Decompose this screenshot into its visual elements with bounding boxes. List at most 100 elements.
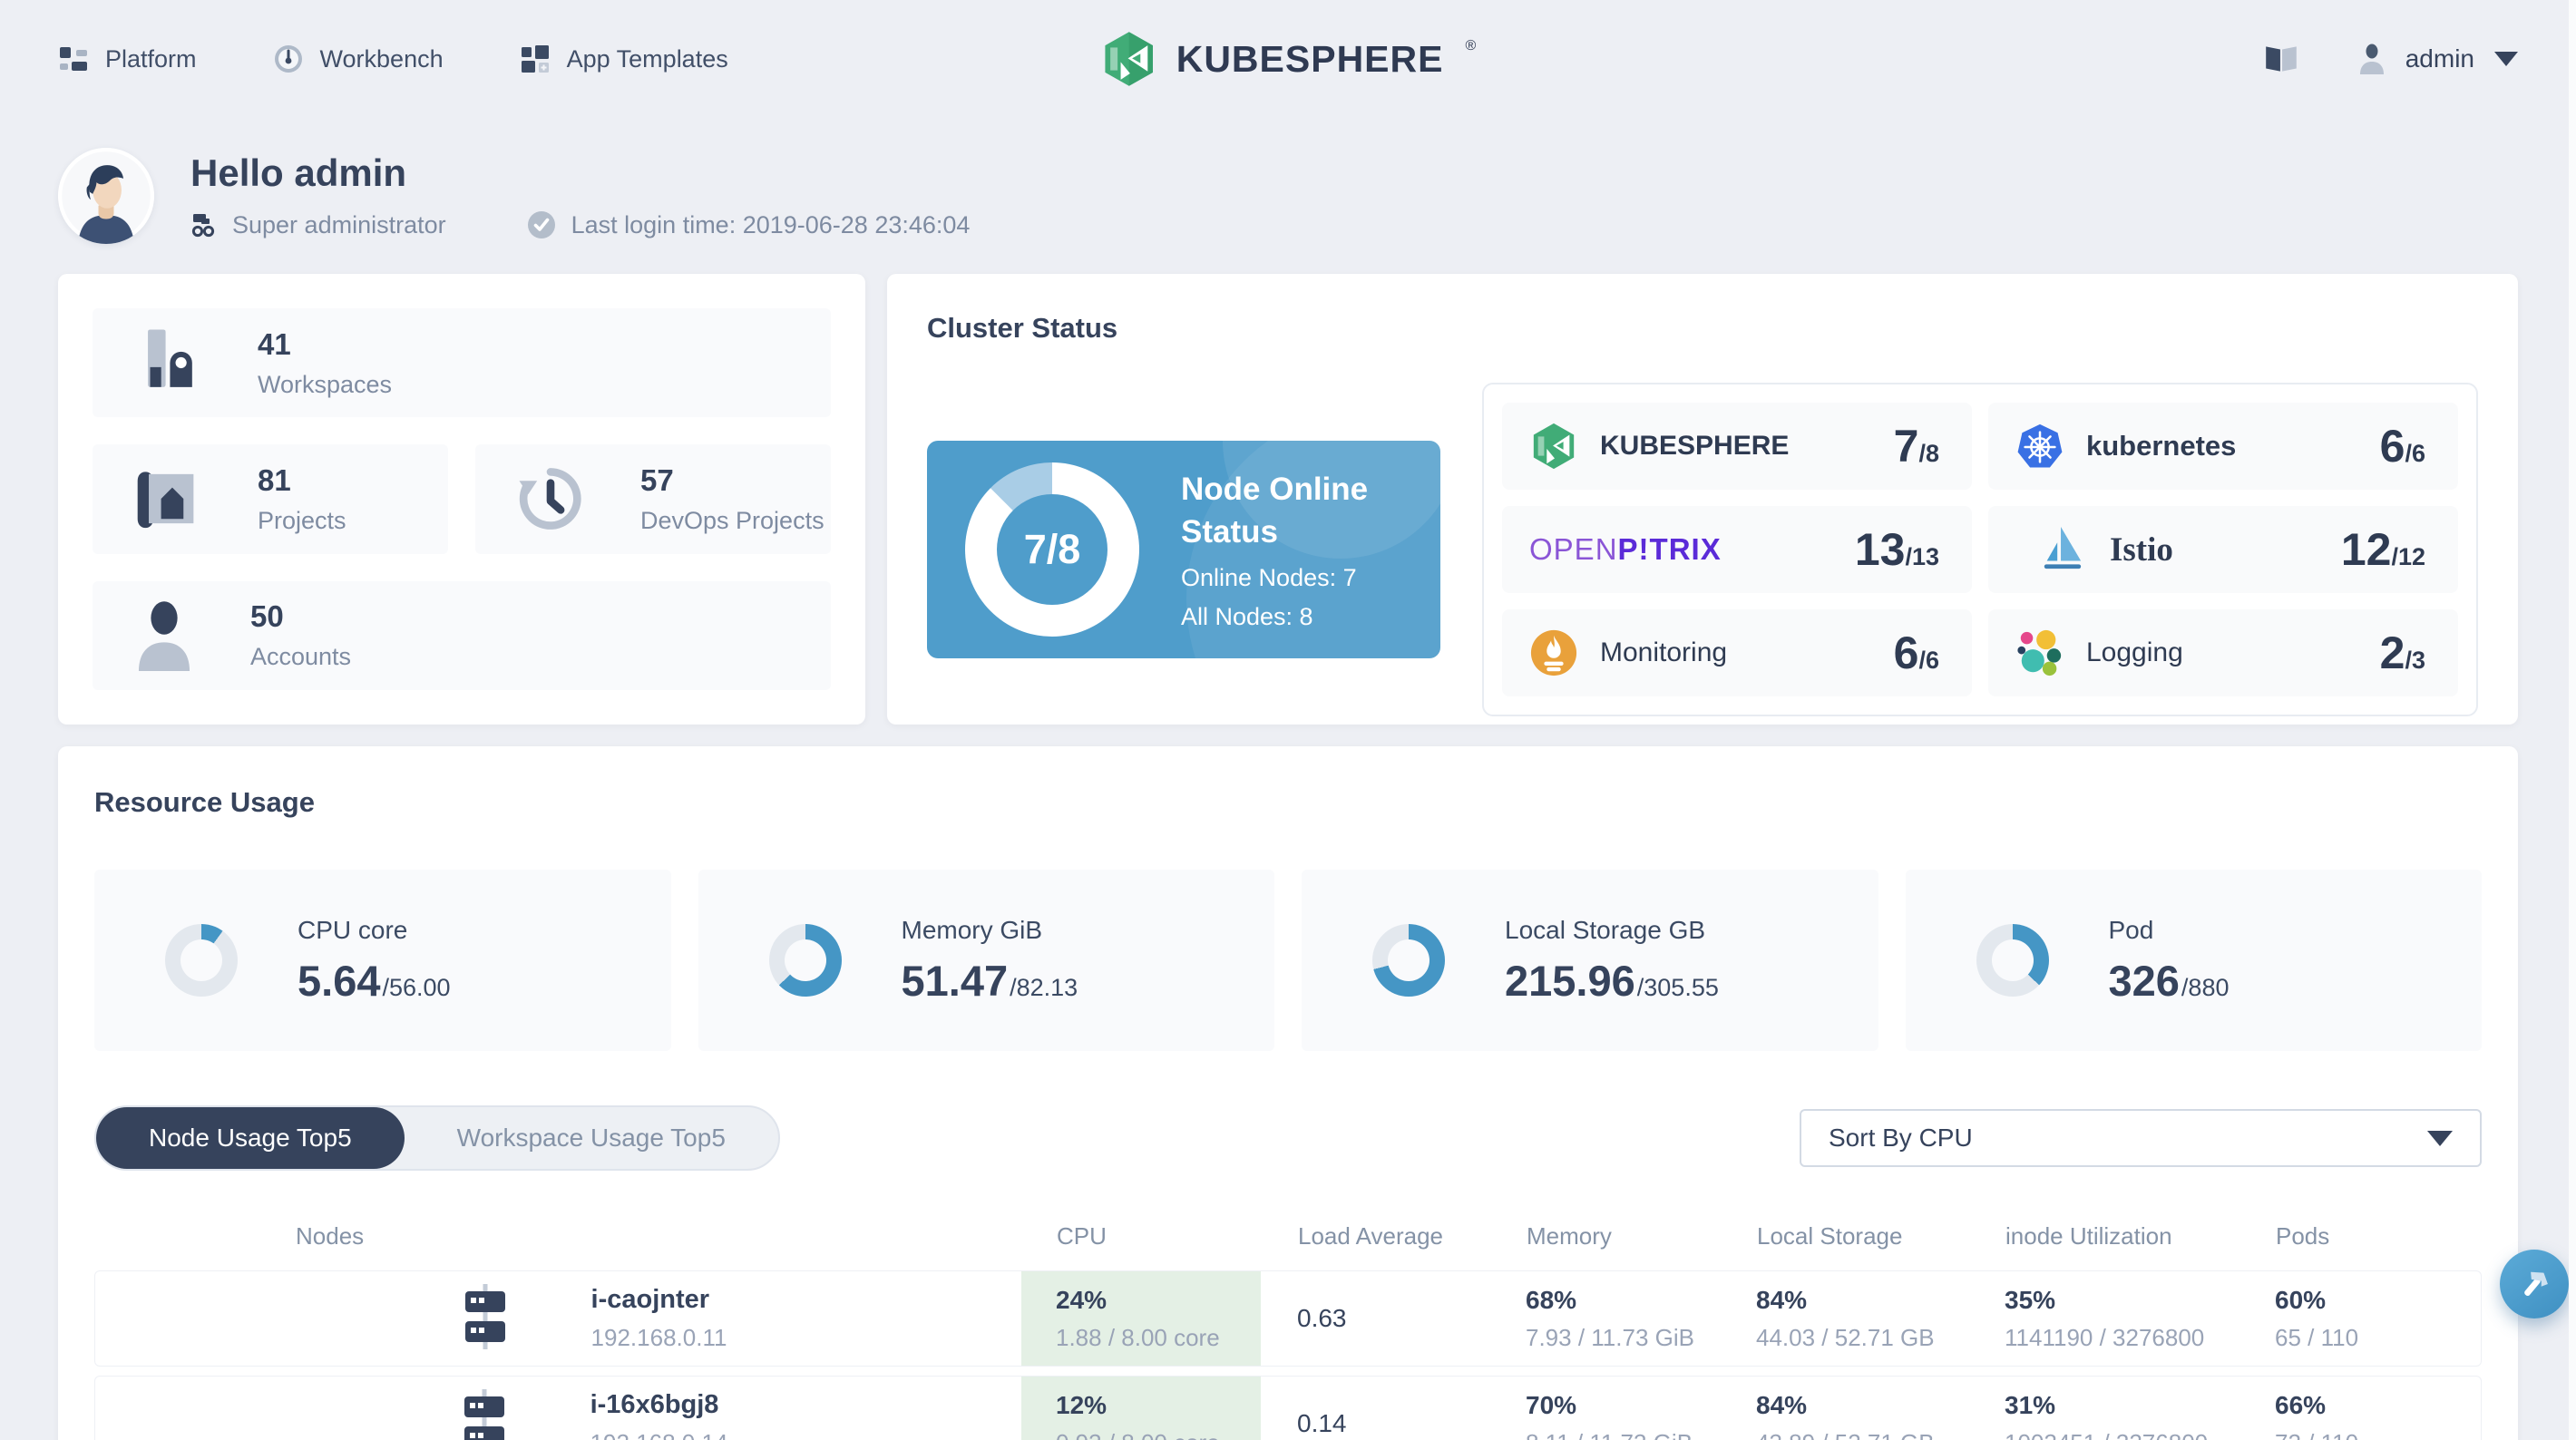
- node-online-status-panel[interactable]: 7/8 Node Online Status Online Nodes: 7 A…: [927, 441, 1440, 658]
- nav-item-workbench[interactable]: Workbench: [273, 44, 444, 74]
- sort-by-value: Sort By CPU: [1829, 1124, 1973, 1152]
- table-row[interactable]: i-16x6bgj8 192.168.0.14 12% 0.93 / 8.00 …: [94, 1376, 2482, 1440]
- gauge-text: Local Storage GB 215.96 /305.55: [1505, 916, 1719, 1006]
- component-openpitrix[interactable]: OPENP!TRIX 13 /13: [1502, 506, 1972, 593]
- memory-detail: 8.11 / 11.73 GiB: [1526, 1429, 1722, 1440]
- accounts-icon: [138, 601, 190, 671]
- stat-projects[interactable]: 81 Projects: [93, 444, 448, 554]
- cluster-status-card: Cluster Status 7/8 Node Online Status On…: [887, 274, 2518, 725]
- inode-percent: 35%: [2005, 1285, 2056, 1314]
- node-cell: i-16x6bgj8 192.168.0.14: [95, 1377, 1021, 1440]
- user-menu[interactable]: admin: [2358, 44, 2518, 74]
- load-average-value: 0.63: [1297, 1304, 1347, 1332]
- node-online-title: Node Online Status: [1181, 471, 1369, 550]
- gauge-value: 5.64 /56.00: [298, 956, 451, 1006]
- gauge-text: CPU core 5.64 /56.00: [298, 916, 451, 1006]
- load-average-cell: 0.63: [1261, 1271, 1489, 1366]
- storage-detail: 43.89 / 52.71 GB: [1756, 1429, 1968, 1440]
- stats-card: 41 Workspaces 81 Projects 57 DevOps Proj…: [58, 274, 865, 725]
- avatar[interactable]: [58, 148, 154, 244]
- component-name: Logging: [2086, 637, 2183, 667]
- node-ip: 192.168.0.11: [590, 1324, 727, 1351]
- tab-node-usage-top5[interactable]: Node Usage Top5: [96, 1107, 405, 1169]
- stat-text: 41 Workspaces: [258, 327, 392, 399]
- component-name: KUBESPHERE: [1600, 431, 1790, 461]
- component-logging[interactable]: Logging 2 /3: [1988, 609, 2458, 696]
- usage-tabs: Node Usage Top5 Workspace Usage Top5: [94, 1105, 780, 1171]
- count-value: 2: [2379, 628, 2405, 678]
- avatar-illustration: [58, 148, 154, 244]
- stat-label: Workspaces: [258, 370, 393, 398]
- cpu-detail: 1.88 / 8.00 core: [1056, 1323, 1220, 1351]
- gauge-cpu: CPU core 5.64 /56.00: [94, 870, 671, 1051]
- stat-label: Projects: [258, 506, 346, 534]
- toolbox-hammer-icon: [2524, 1271, 2548, 1296]
- inode-detail: 1002451 / 3276800: [2005, 1429, 2240, 1440]
- table-row[interactable]: i-caojnter 192.168.0.11 24% 1.88 / 8.00 …: [94, 1270, 2482, 1367]
- gauge-used: 51.47: [901, 956, 1009, 1005]
- node-ip: 192.168.0.14: [590, 1429, 728, 1440]
- component-kubesphere[interactable]: KUBESPHERE 7 /8: [1502, 403, 1972, 490]
- kubernetes-icon: [2017, 423, 2063, 468]
- count-total: /12: [2391, 543, 2425, 570]
- cpu-donut: [165, 924, 238, 997]
- clock-icon: [527, 211, 555, 238]
- stat-workspaces[interactable]: 41 Workspaces: [93, 308, 831, 418]
- user-icon: [2359, 44, 2384, 74]
- node-text: i-caojnter 192.168.0.11: [591, 1285, 727, 1352]
- header-load-average: Load Average: [1298, 1221, 1443, 1250]
- gauge-value: 326 /880: [2109, 956, 2230, 1006]
- main-content: 41 Workspaces 81 Projects 57 DevOps Proj…: [0, 274, 2576, 1440]
- stat-value: 41: [258, 326, 291, 361]
- istio-icon: [2044, 527, 2082, 569]
- hero-text: Hello admin Super administrator Last log…: [190, 151, 970, 240]
- tab-workspace-usage-top5[interactable]: Workspace Usage Top5: [405, 1107, 778, 1169]
- component-count: 7 /8: [1894, 420, 1939, 472]
- nav-right: admin: [2262, 43, 2518, 75]
- memory-cell: 68% 7.93 / 11.73 GiB: [1489, 1271, 1722, 1366]
- node-name[interactable]: i-caojnter: [591, 1285, 727, 1315]
- pods-detail: 65 / 110: [2275, 1323, 2359, 1351]
- component-name: Istio: [2110, 530, 2173, 569]
- header-local-storage: Local Storage: [1757, 1221, 1903, 1250]
- component-kubernetes[interactable]: kubernetes 6 /6: [1988, 403, 2458, 490]
- stat-devops-projects[interactable]: 57 DevOps Projects: [475, 444, 831, 554]
- nav-item-app-templates[interactable]: App Templates: [520, 44, 728, 74]
- stat-text: 81 Projects: [258, 463, 346, 535]
- node-name[interactable]: i-16x6bgj8: [590, 1390, 728, 1420]
- storage-percent: 84%: [1756, 1285, 1808, 1314]
- component-name: kubernetes: [2086, 430, 2237, 462]
- logo-registered-mark: ®: [1465, 38, 1477, 54]
- count-total: /6: [1918, 647, 1939, 674]
- toolbox-fab[interactable]: [2500, 1250, 2569, 1318]
- hero-meta: Super administrator Last login time: 201…: [190, 209, 970, 240]
- top-nav: Platform Workbench App Templates KUBESPH…: [0, 0, 2576, 118]
- role-label: Super administrator: [232, 210, 446, 238]
- memory-percent: 70%: [1526, 1390, 1577, 1419]
- component-monitoring[interactable]: Monitoring 6 /6: [1502, 609, 1972, 696]
- count-total: /3: [2405, 647, 2425, 674]
- book-icon[interactable]: [2262, 43, 2300, 75]
- gauge-text: Pod 326 /880: [2109, 916, 2230, 1006]
- kubesphere-icon: [1533, 423, 1575, 470]
- gauge-label: Memory GiB: [901, 915, 1043, 944]
- inode-cell: 35% 1141190 / 3276800: [1968, 1271, 2240, 1366]
- nav-item-label: Platform: [105, 44, 197, 73]
- stat-text: 50 Accounts: [250, 599, 351, 671]
- nav-item-platform[interactable]: Platform: [58, 44, 197, 73]
- table-controls: Node Usage Top5 Workspace Usage Top5 Sor…: [94, 1105, 2482, 1171]
- memory-detail: 7.93 / 11.73 GiB: [1526, 1323, 1694, 1351]
- logging-icon: [2017, 629, 2062, 676]
- component-count: 6 /6: [1894, 627, 1939, 679]
- gauge-label: Pod: [2108, 915, 2154, 944]
- stat-accounts[interactable]: 50 Accounts: [93, 580, 831, 690]
- scrollbar-track[interactable]: [2569, 0, 2576, 1440]
- devops-icon: [519, 468, 581, 530]
- node-online-ratio: 7/8: [997, 494, 1107, 605]
- memory-cell: 70% 8.11 / 11.73 GiB: [1489, 1377, 1722, 1440]
- sort-by-select[interactable]: Sort By CPU: [1800, 1109, 2482, 1167]
- kubesphere-logo[interactable]: KUBESPHERE ®: [1100, 30, 1477, 88]
- pod-donut: [1976, 924, 2049, 997]
- stat-value: 81: [258, 462, 291, 497]
- component-istio[interactable]: Istio 12 /12: [1988, 506, 2458, 593]
